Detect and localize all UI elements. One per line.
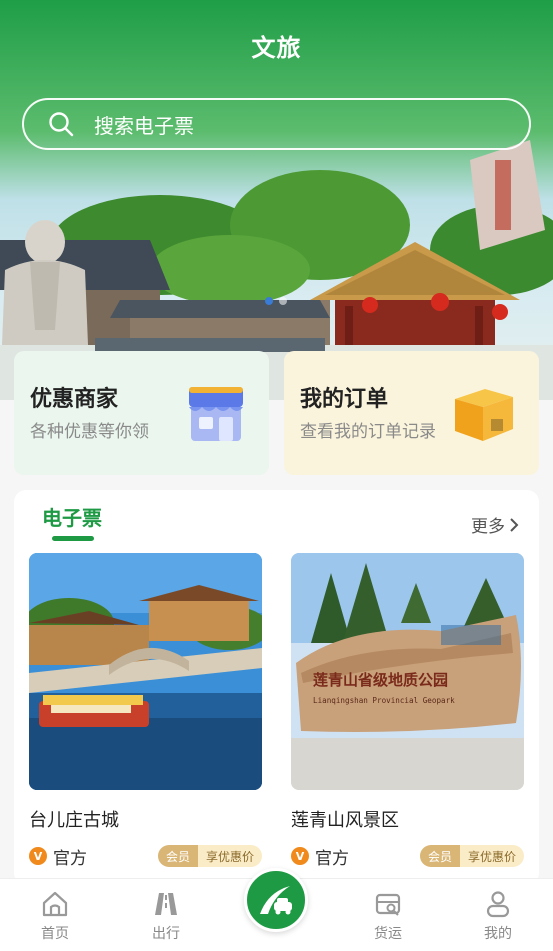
official-label: 官方 — [315, 848, 349, 869]
member-label: 会员 — [419, 845, 460, 867]
my-orders-card[interactable]: 我的订单 查看我的订单记录 — [284, 351, 539, 475]
card-title: 我的订单 — [300, 387, 389, 412]
tab-freight[interactable]: 货运 — [348, 889, 428, 943]
official-tag: V 官方 — [29, 844, 87, 869]
more-label: 更多 — [471, 517, 505, 537]
ticket-meta: V 官方 会员 享优惠价 — [29, 843, 262, 869]
ticket-name: 台儿庄古城 — [29, 810, 119, 831]
home-icon — [42, 891, 68, 917]
card-subtitle: 各种优惠等你领 — [30, 422, 149, 442]
page-title: 文旅 — [251, 34, 302, 62]
search-icon — [49, 112, 74, 137]
tab-home[interactable]: 首页 — [15, 889, 95, 943]
hero-banner[interactable]: 文旅 搜索电子票 — [0, 0, 553, 400]
app-screen: 文旅 搜索电子票 优惠商家 各种优惠等你领 我的订单 查看我的订单记录 电子票 … — [0, 0, 553, 951]
chevron-right-icon — [510, 517, 519, 532]
e-tickets-section: 电子票 更多 台儿庄古城 V 官方 会员 享优惠价 莲青山省级地质公园 Lian… — [14, 490, 539, 885]
ticket-image — [29, 553, 262, 790]
banner-dot-active[interactable] — [265, 297, 273, 305]
tab-label: 首页 — [41, 926, 69, 942]
discount-label: 享优惠价 — [197, 845, 262, 867]
verified-icon: V — [29, 847, 47, 865]
ticket-card[interactable]: 莲青山省级地质公园 Lianqingshan Provincial Geopar… — [291, 553, 524, 869]
search-bar[interactable]: 搜索电子票 — [22, 98, 531, 150]
tab-label: 我的 — [484, 926, 512, 942]
discount-label: 享优惠价 — [459, 845, 524, 867]
verified-icon: V — [291, 847, 309, 865]
member-price-tag: 会员 享优惠价 — [419, 845, 524, 867]
car-road-icon — [260, 886, 292, 915]
banner-dot[interactable] — [279, 297, 287, 305]
user-icon — [486, 891, 510, 918]
member-price-tag: 会员 享优惠价 — [157, 845, 262, 867]
ticket-card[interactable]: 台儿庄古城 V 官方 会员 享优惠价 — [29, 553, 262, 869]
sign-text: 莲青山省级地质公园 — [313, 671, 448, 689]
tab-center-action-button[interactable] — [244, 868, 308, 932]
discount-merchant-card[interactable]: 优惠商家 各种优惠等你领 — [14, 351, 269, 475]
official-tag: V 官方 — [291, 844, 349, 869]
section-title-underline — [52, 536, 94, 541]
official-label: 官方 — [53, 848, 87, 869]
banner-pagination — [265, 297, 287, 305]
card-title: 优惠商家 — [30, 387, 119, 412]
card-subtitle: 查看我的订单记录 — [300, 422, 436, 442]
member-label: 会员 — [157, 845, 198, 867]
sign-subtext: Lianqingshan Provincial Geopark — [313, 696, 455, 705]
more-link[interactable]: 更多 — [471, 512, 519, 537]
tab-travel[interactable]: 出行 — [126, 889, 206, 943]
tab-label: 货运 — [374, 926, 402, 942]
ticket-meta: V 官方 会员 享优惠价 — [291, 843, 524, 869]
ticket-name: 莲青山风景区 — [291, 810, 399, 831]
tab-mine[interactable]: 我的 — [458, 889, 538, 943]
tab-label: 出行 — [152, 926, 180, 942]
truck-icon — [375, 893, 401, 916]
shop-icon — [189, 387, 243, 441]
search-input[interactable]: 搜索电子票 — [94, 110, 194, 139]
section-title: 电子票 — [42, 506, 102, 530]
package-icon — [455, 389, 513, 441]
road-icon — [155, 893, 177, 915]
ticket-image: 莲青山省级地质公园 Lianqingshan Provincial Geopar… — [291, 553, 524, 790]
